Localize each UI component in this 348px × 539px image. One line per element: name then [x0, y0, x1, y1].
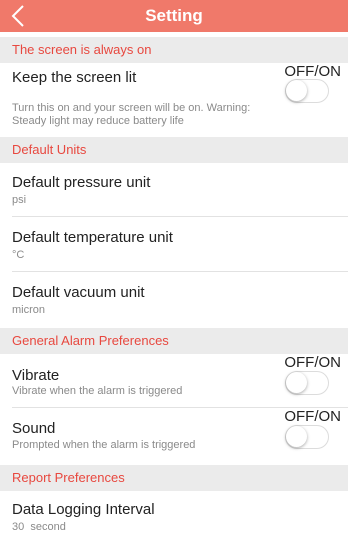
page-title: Setting [145, 6, 203, 25]
toggle-knob [286, 372, 307, 393]
pressure-unit-label: Default pressure unit [12, 174, 151, 191]
keep-screen-lit-description: Turn this on and your screen will be on.… [12, 102, 251, 127]
section-header-screen: The screen is always on [0, 37, 348, 63]
toggle-knob [286, 80, 307, 101]
section-header-alarm: General Alarm Preferences [0, 328, 348, 354]
pressure-unit-value: psi [12, 194, 27, 206]
vibrate-description: Vibrate when the alarm is triggered [12, 385, 183, 397]
divider [12, 271, 348, 272]
data-logging-interval-label: Data Logging Interval [12, 501, 155, 518]
temperature-unit-label: Default temperature unit [12, 229, 173, 246]
sound-row: Sound OFF/ON Prompted when the alarm is … [0, 408, 348, 463]
sound-label: Sound [12, 420, 56, 437]
keep-screen-lit-row: Keep the screen lit OFF/ON Turn this on … [0, 63, 348, 135]
section-header-report: Report Preferences [0, 465, 348, 491]
vibrate-label: Vibrate [12, 367, 60, 384]
vacuum-unit-value: micron [12, 304, 46, 316]
sound-toggle[interactable] [285, 425, 329, 449]
vacuum-unit-row[interactable]: Default vacuum unit micron [0, 273, 348, 327]
sound-offon-label: OFF/ON [284, 408, 341, 425]
pressure-unit-row[interactable]: Default pressure unit psi [0, 163, 348, 217]
section-header-units: Default Units [0, 137, 348, 163]
temperature-unit-value: °C [12, 249, 25, 261]
keep-screen-lit-toggle[interactable] [285, 79, 329, 103]
temperature-unit-row[interactable]: Default temperature unit °C [0, 218, 348, 272]
vibrate-offon-label: OFF/ON [284, 354, 341, 371]
vibrate-toggle[interactable] [285, 371, 329, 395]
keep-screen-lit-label: Keep the screen lit [12, 69, 137, 86]
divider [12, 216, 348, 217]
data-logging-interval-value: 30 second [12, 521, 66, 533]
toggle-knob [286, 426, 307, 447]
vibrate-row: Vibrate OFF/ON Vibrate when the alarm is… [0, 354, 348, 408]
header-bar: Setting [0, 0, 348, 32]
data-logging-interval-row[interactable]: Data Logging Interval 30 second [0, 491, 348, 539]
keep-screen-lit-offon-label: OFF/ON [284, 63, 341, 80]
sound-description: Prompted when the alarm is triggered [12, 439, 196, 451]
vacuum-unit-label: Default vacuum unit [12, 284, 145, 301]
